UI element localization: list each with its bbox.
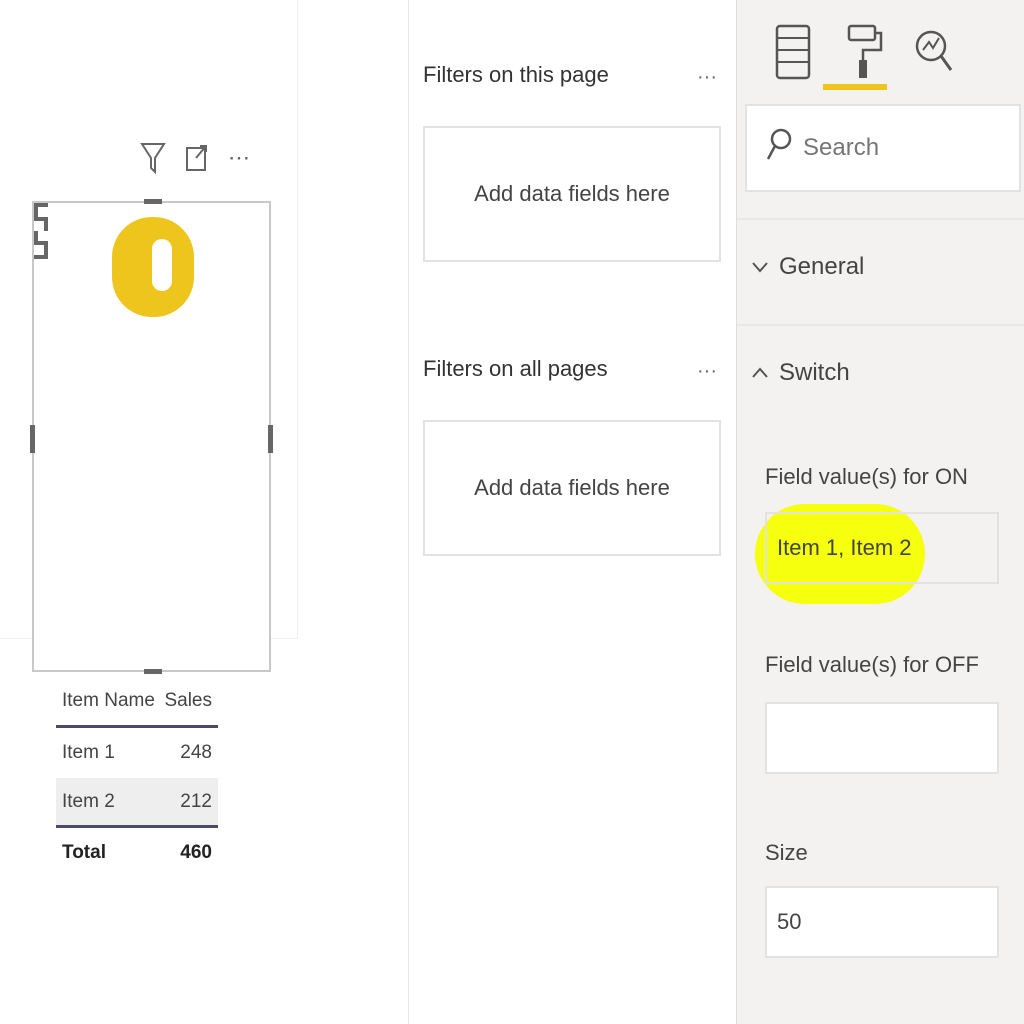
visualizations-pane: General Switch Field value(s) for ON Fie… (736, 0, 1024, 1024)
filters-pane: Filters on this page ··· Add data fields… (408, 0, 737, 1024)
total-value: 460 (180, 842, 212, 863)
search-input[interactable] (801, 133, 1005, 163)
cell-sales: 212 (180, 790, 212, 812)
search-box[interactable] (745, 104, 1021, 192)
section-general-label: General (779, 253, 865, 280)
resize-handle-top[interactable] (144, 199, 162, 204)
analytics-icon[interactable] (913, 20, 955, 82)
section-switch[interactable]: Switch (737, 324, 1024, 420)
cell-item-name: Item 2 (62, 790, 115, 812)
total-label: Total (62, 842, 106, 863)
chevron-down-icon (751, 253, 769, 281)
pane-tabs (773, 6, 955, 96)
field-on-input[interactable] (765, 512, 999, 584)
resize-handle-top-right[interactable] (34, 217, 48, 231)
drop-well-placeholder: Add data fields here (474, 181, 670, 206)
toggle-visual[interactable] (30, 199, 273, 674)
table-row[interactable]: Item 2 212 (56, 778, 218, 828)
table-row[interactable]: Item 1 248 (56, 728, 218, 778)
filters-on-page-drop-well[interactable]: Add data fields here (423, 126, 721, 262)
resize-handle-bottom-right[interactable] (34, 245, 48, 259)
field-off-input[interactable] (765, 702, 999, 774)
cell-sales: 248 (180, 742, 212, 763)
sales-table: Item Name Sales Item 1 248 Item 2 212 To… (56, 676, 218, 878)
drop-well-placeholder: Add data fields here (474, 475, 670, 500)
size-label: Size (765, 840, 808, 865)
visual-header: ⋯ (140, 140, 250, 176)
search-icon (765, 127, 793, 170)
section-switch-label: Switch (779, 359, 850, 386)
section-general[interactable]: General (737, 218, 1024, 314)
table-header-row: Item Name Sales (56, 676, 218, 728)
field-off-label: Field value(s) for OFF (765, 652, 979, 677)
filters-on-page-more-button[interactable]: ··· (697, 66, 717, 89)
more-options-icon[interactable]: ⋯ (228, 145, 250, 171)
filters-on-all-pages-drop-well[interactable]: Add data fields here (423, 420, 721, 556)
resize-handle-bottom-left[interactable] (34, 231, 48, 245)
table-total-row: Total 460 (56, 828, 218, 878)
paint-roller-icon[interactable] (843, 20, 885, 82)
toggle-switch[interactable] (112, 217, 194, 317)
toggle-knob (152, 239, 172, 291)
focus-mode-icon[interactable] (184, 140, 210, 176)
filters-on-page-title: Filters on this page (423, 62, 609, 87)
filters-on-all-pages-more-button[interactable]: ··· (697, 360, 717, 383)
filters-on-all-pages-title: Filters on all pages (423, 356, 608, 381)
size-input[interactable] (765, 886, 999, 958)
resize-handle-bottom[interactable] (144, 669, 162, 674)
column-header-sales[interactable]: Sales (164, 690, 212, 712)
filter-icon[interactable] (140, 140, 166, 176)
chevron-up-icon (751, 359, 769, 387)
resize-handle-left[interactable] (30, 425, 35, 453)
column-header-item-name[interactable]: Item Name (62, 690, 155, 712)
fields-icon[interactable] (773, 20, 815, 82)
field-on-label: Field value(s) for ON (765, 464, 968, 489)
resize-handle-right[interactable] (268, 425, 273, 453)
resize-handle-top-left[interactable] (34, 203, 48, 217)
active-tab-indicator (823, 84, 887, 90)
cell-item-name: Item 1 (62, 742, 115, 763)
